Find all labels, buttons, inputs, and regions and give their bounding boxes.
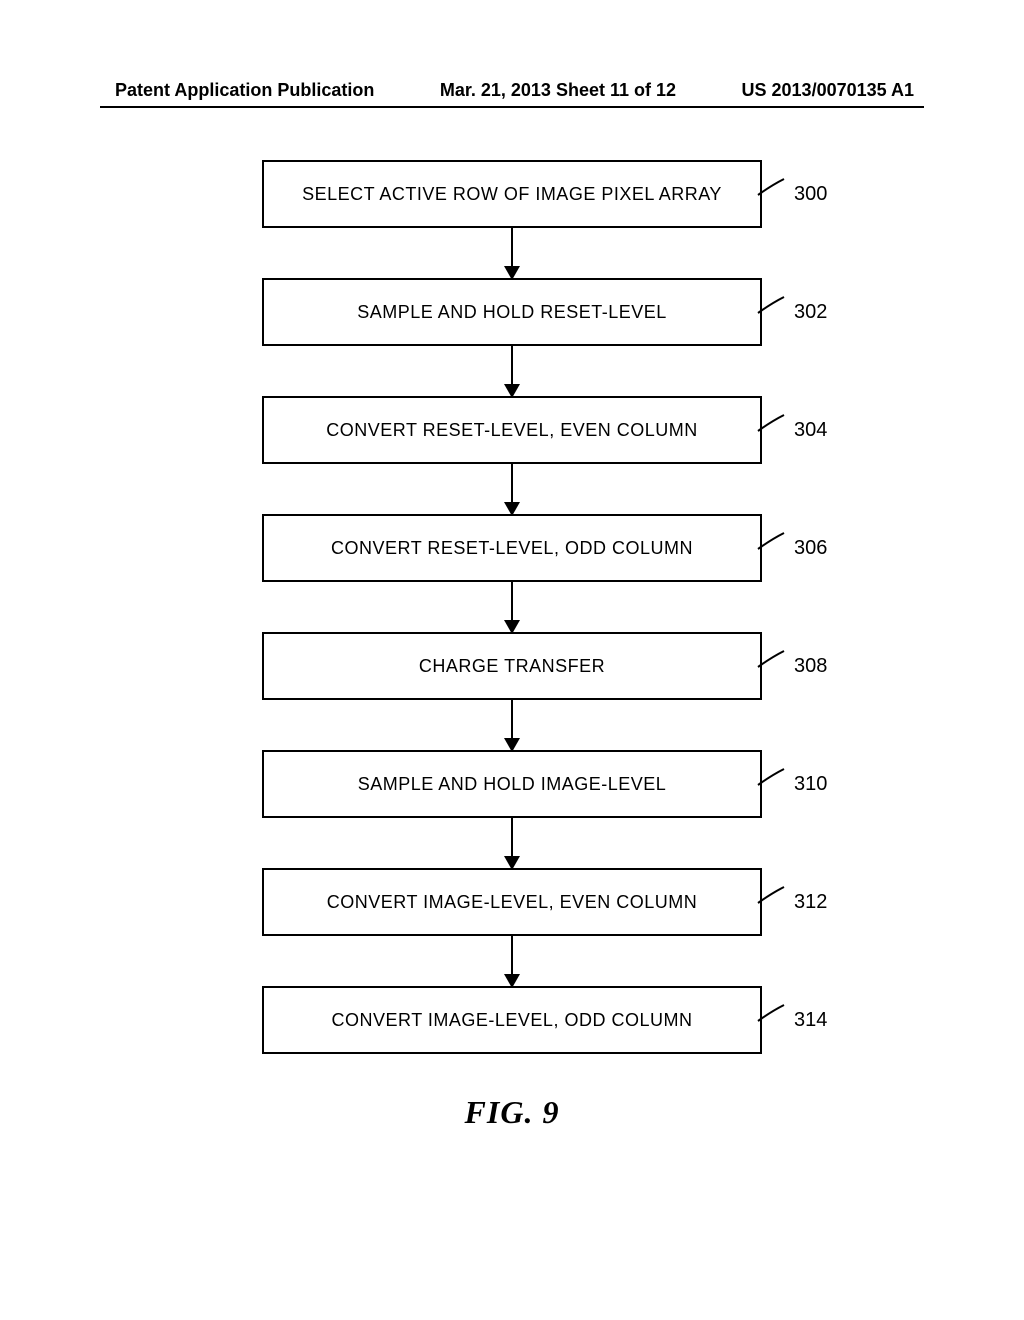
- ref-number: 300: [794, 183, 827, 206]
- leader-curve-icon: [754, 765, 792, 803]
- flow-arrow: [511, 818, 513, 868]
- ref-number: 304: [794, 419, 827, 442]
- header-left: Patent Application Publication: [115, 80, 374, 101]
- flow-step: CONVERT IMAGE-LEVEL, ODD COLUMN 314: [262, 986, 762, 1054]
- flow-arrow: [511, 464, 513, 514]
- ref-callout: 308: [762, 647, 827, 685]
- leader-curve-icon: [754, 883, 792, 921]
- step-box-304: CONVERT RESET-LEVEL, EVEN COLUMN: [262, 396, 762, 464]
- ref-number: 306: [794, 537, 827, 560]
- header-center: Mar. 21, 2013 Sheet 11 of 12: [440, 80, 676, 101]
- flow-step: SELECT ACTIVE ROW OF IMAGE PIXEL ARRAY 3…: [262, 160, 762, 228]
- step-box-300: SELECT ACTIVE ROW OF IMAGE PIXEL ARRAY: [262, 160, 762, 228]
- figure-label: FIG. 9: [465, 1094, 560, 1131]
- ref-callout: 302: [762, 293, 827, 331]
- header-rule: [100, 106, 924, 108]
- ref-callout: 312: [762, 883, 827, 921]
- ref-number: 302: [794, 301, 827, 324]
- leader-curve-icon: [754, 647, 792, 685]
- leader-curve-icon: [754, 411, 792, 449]
- ref-callout: 306: [762, 529, 827, 567]
- flow-arrow: [511, 936, 513, 986]
- flow-step: CHARGE TRANSFER 308: [262, 632, 762, 700]
- step-box-308: CHARGE TRANSFER: [262, 632, 762, 700]
- ref-number: 312: [794, 891, 827, 914]
- ref-callout: 310: [762, 765, 827, 803]
- ref-callout: 300: [762, 175, 827, 213]
- leader-curve-icon: [754, 1001, 792, 1039]
- step-box-310: SAMPLE AND HOLD IMAGE-LEVEL: [262, 750, 762, 818]
- flow-step: CONVERT IMAGE-LEVEL, EVEN COLUMN 312: [262, 868, 762, 936]
- page-header: Patent Application Publication Mar. 21, …: [0, 80, 1024, 101]
- leader-curve-icon: [754, 529, 792, 567]
- step-box-306: CONVERT RESET-LEVEL, ODD COLUMN: [262, 514, 762, 582]
- ref-number: 314: [794, 1009, 827, 1032]
- flow-arrow: [511, 582, 513, 632]
- leader-curve-icon: [754, 175, 792, 213]
- step-box-314: CONVERT IMAGE-LEVEL, ODD COLUMN: [262, 986, 762, 1054]
- flow-step: CONVERT RESET-LEVEL, EVEN COLUMN 304: [262, 396, 762, 464]
- ref-number: 308: [794, 655, 827, 678]
- flow-step: CONVERT RESET-LEVEL, ODD COLUMN 306: [262, 514, 762, 582]
- ref-callout: 304: [762, 411, 827, 449]
- flow-arrow: [511, 228, 513, 278]
- step-box-312: CONVERT IMAGE-LEVEL, EVEN COLUMN: [262, 868, 762, 936]
- step-box-302: SAMPLE AND HOLD RESET-LEVEL: [262, 278, 762, 346]
- header-right: US 2013/0070135 A1: [742, 80, 914, 101]
- flow-arrow: [511, 346, 513, 396]
- ref-number: 310: [794, 773, 827, 796]
- flowchart: SELECT ACTIVE ROW OF IMAGE PIXEL ARRAY 3…: [0, 160, 1024, 1131]
- flow-step: SAMPLE AND HOLD RESET-LEVEL 302: [262, 278, 762, 346]
- leader-curve-icon: [754, 293, 792, 331]
- flow-step: SAMPLE AND HOLD IMAGE-LEVEL 310: [262, 750, 762, 818]
- flow-arrow: [511, 700, 513, 750]
- ref-callout: 314: [762, 1001, 827, 1039]
